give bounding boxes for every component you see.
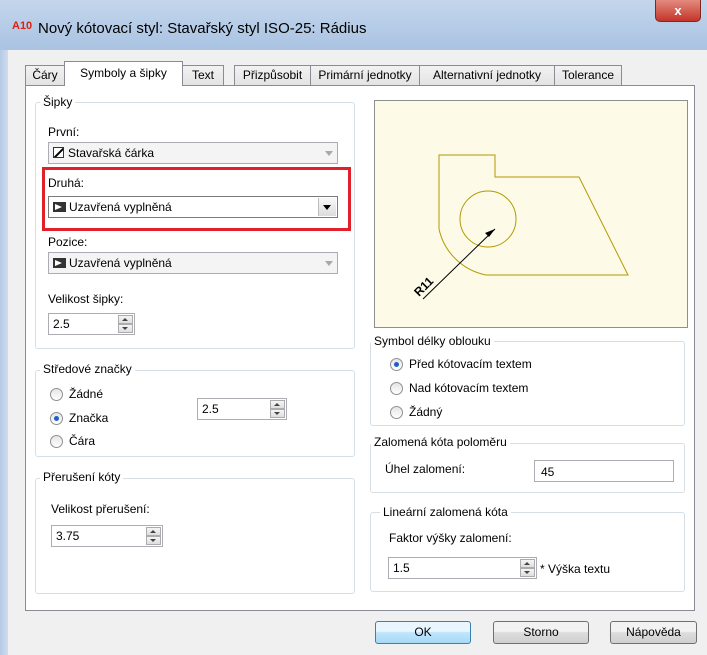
spin-up-button[interactable] [270, 400, 285, 409]
first-arrow-value: Stavařská čárka [68, 146, 155, 160]
spin-up-button[interactable] [118, 315, 133, 324]
highlight-box [42, 167, 351, 231]
preview-circle [459, 190, 517, 248]
tab-tolerance[interactable]: Tolerance [554, 65, 622, 85]
center-mark-radio[interactable] [50, 412, 63, 425]
leader-arrow-combo[interactable]: Uzavřená vyplněná [48, 252, 338, 274]
arc-above-label: Nad kótovacím textem [409, 381, 529, 395]
spin-down-button[interactable] [520, 568, 535, 577]
help-button[interactable]: Nápověda [610, 621, 697, 644]
first-arrow-combo[interactable]: Stavařská čárka [48, 142, 338, 164]
closed-filled-arrow-icon [53, 258, 66, 268]
spin-up-button[interactable] [146, 527, 161, 536]
jog-angle-input[interactable]: 45 [534, 460, 674, 482]
preview-panel: R11 [374, 100, 688, 328]
arrow-size-spinner[interactable]: 2.5 [48, 313, 135, 335]
center-line-radio[interactable] [50, 435, 63, 448]
center-none-radio[interactable] [50, 388, 63, 401]
tab-text[interactable]: Text [182, 65, 224, 85]
tab-primary-units[interactable]: Primární jednotky [310, 65, 420, 85]
spin-down-button[interactable] [146, 536, 161, 545]
preview-outline [438, 154, 629, 276]
spin-up-button[interactable] [520, 559, 535, 568]
tab-fit[interactable]: Přizpůsobit [234, 65, 311, 85]
preview-drawing: R11 [411, 154, 629, 300]
arc-none-radio[interactable] [390, 406, 403, 419]
center-mark-label: Značka [69, 411, 109, 425]
tab-alternate-units[interactable]: Alternativní jednotky [419, 65, 555, 85]
window-title: Nový kótovací styl: Stavařský styl ISO-2… [38, 20, 367, 37]
center-mark-size-value: 2.5 [202, 402, 219, 416]
arrow-size-value: 2.5 [53, 317, 70, 331]
arc-preceding-radio[interactable] [390, 358, 403, 371]
arc-above-radio[interactable] [390, 382, 403, 395]
break-size-label: Velikost přerušení: [51, 502, 150, 516]
window-frame-left [0, 50, 8, 655]
architectural-tick-icon [53, 147, 64, 158]
arc-preceding-label: Před kótovacím textem [409, 357, 532, 371]
spin-down-button[interactable] [118, 324, 133, 333]
arrows-group-label: Šipky [40, 95, 76, 109]
first-arrow-label: První: [48, 125, 80, 139]
break-size-spinner[interactable]: 3.75 [51, 525, 163, 547]
center-mark-size-spinner[interactable]: 2.5 [197, 398, 287, 420]
tab-symbols-arrows[interactable]: Symboly a šipky [64, 61, 183, 86]
jog-height-factor-spinner[interactable]: 1.5 [388, 557, 537, 579]
dimension-arrowhead-icon [485, 229, 495, 237]
spin-down-button[interactable] [270, 409, 285, 418]
position-label: Pozice: [48, 235, 88, 249]
text-height-suffix: * Výška textu [540, 562, 611, 576]
preview-geometry [438, 154, 629, 276]
center-line-label: Čára [69, 434, 96, 448]
radius-dimension-line [422, 228, 496, 300]
jog-height-factor-value: 1.5 [393, 561, 410, 575]
autocad-app-icon: A10 [12, 20, 33, 32]
center-none-label: Žádné [69, 387, 104, 401]
arrow-size-label: Velikost šipky: [48, 292, 124, 306]
break-size-value: 3.75 [56, 529, 80, 543]
chevron-down-icon [325, 151, 333, 156]
ok-button[interactable]: OK [375, 621, 471, 644]
jog-height-factor-label: Faktor výšky zalomení: [389, 531, 512, 545]
close-button[interactable]: x [655, 0, 701, 22]
arc-length-symbol-group-label: Symbol délky oblouku [371, 334, 494, 348]
radius-dimension-text: R11 [411, 274, 436, 299]
linear-jog-group [370, 512, 685, 592]
center-marks-group-label: Středové značky [40, 362, 135, 376]
jog-angle-label: Úhel zalomení: [385, 462, 466, 476]
jog-angle-value: 45 [541, 465, 555, 479]
jogged-radius-group-label: Zalomená kóta poloměru [371, 435, 510, 449]
cancel-button[interactable]: Storno [493, 621, 589, 644]
dimension-break-group-label: Přerušení kóty [40, 470, 124, 484]
chevron-down-icon [325, 261, 333, 266]
tab-lines[interactable]: Čáry [25, 65, 65, 85]
linear-jog-group-label: Lineární zalomená kóta [380, 505, 511, 519]
leader-arrow-value: Uzavřená vyplněná [69, 256, 172, 270]
arc-none-label: Žádný [409, 405, 443, 419]
